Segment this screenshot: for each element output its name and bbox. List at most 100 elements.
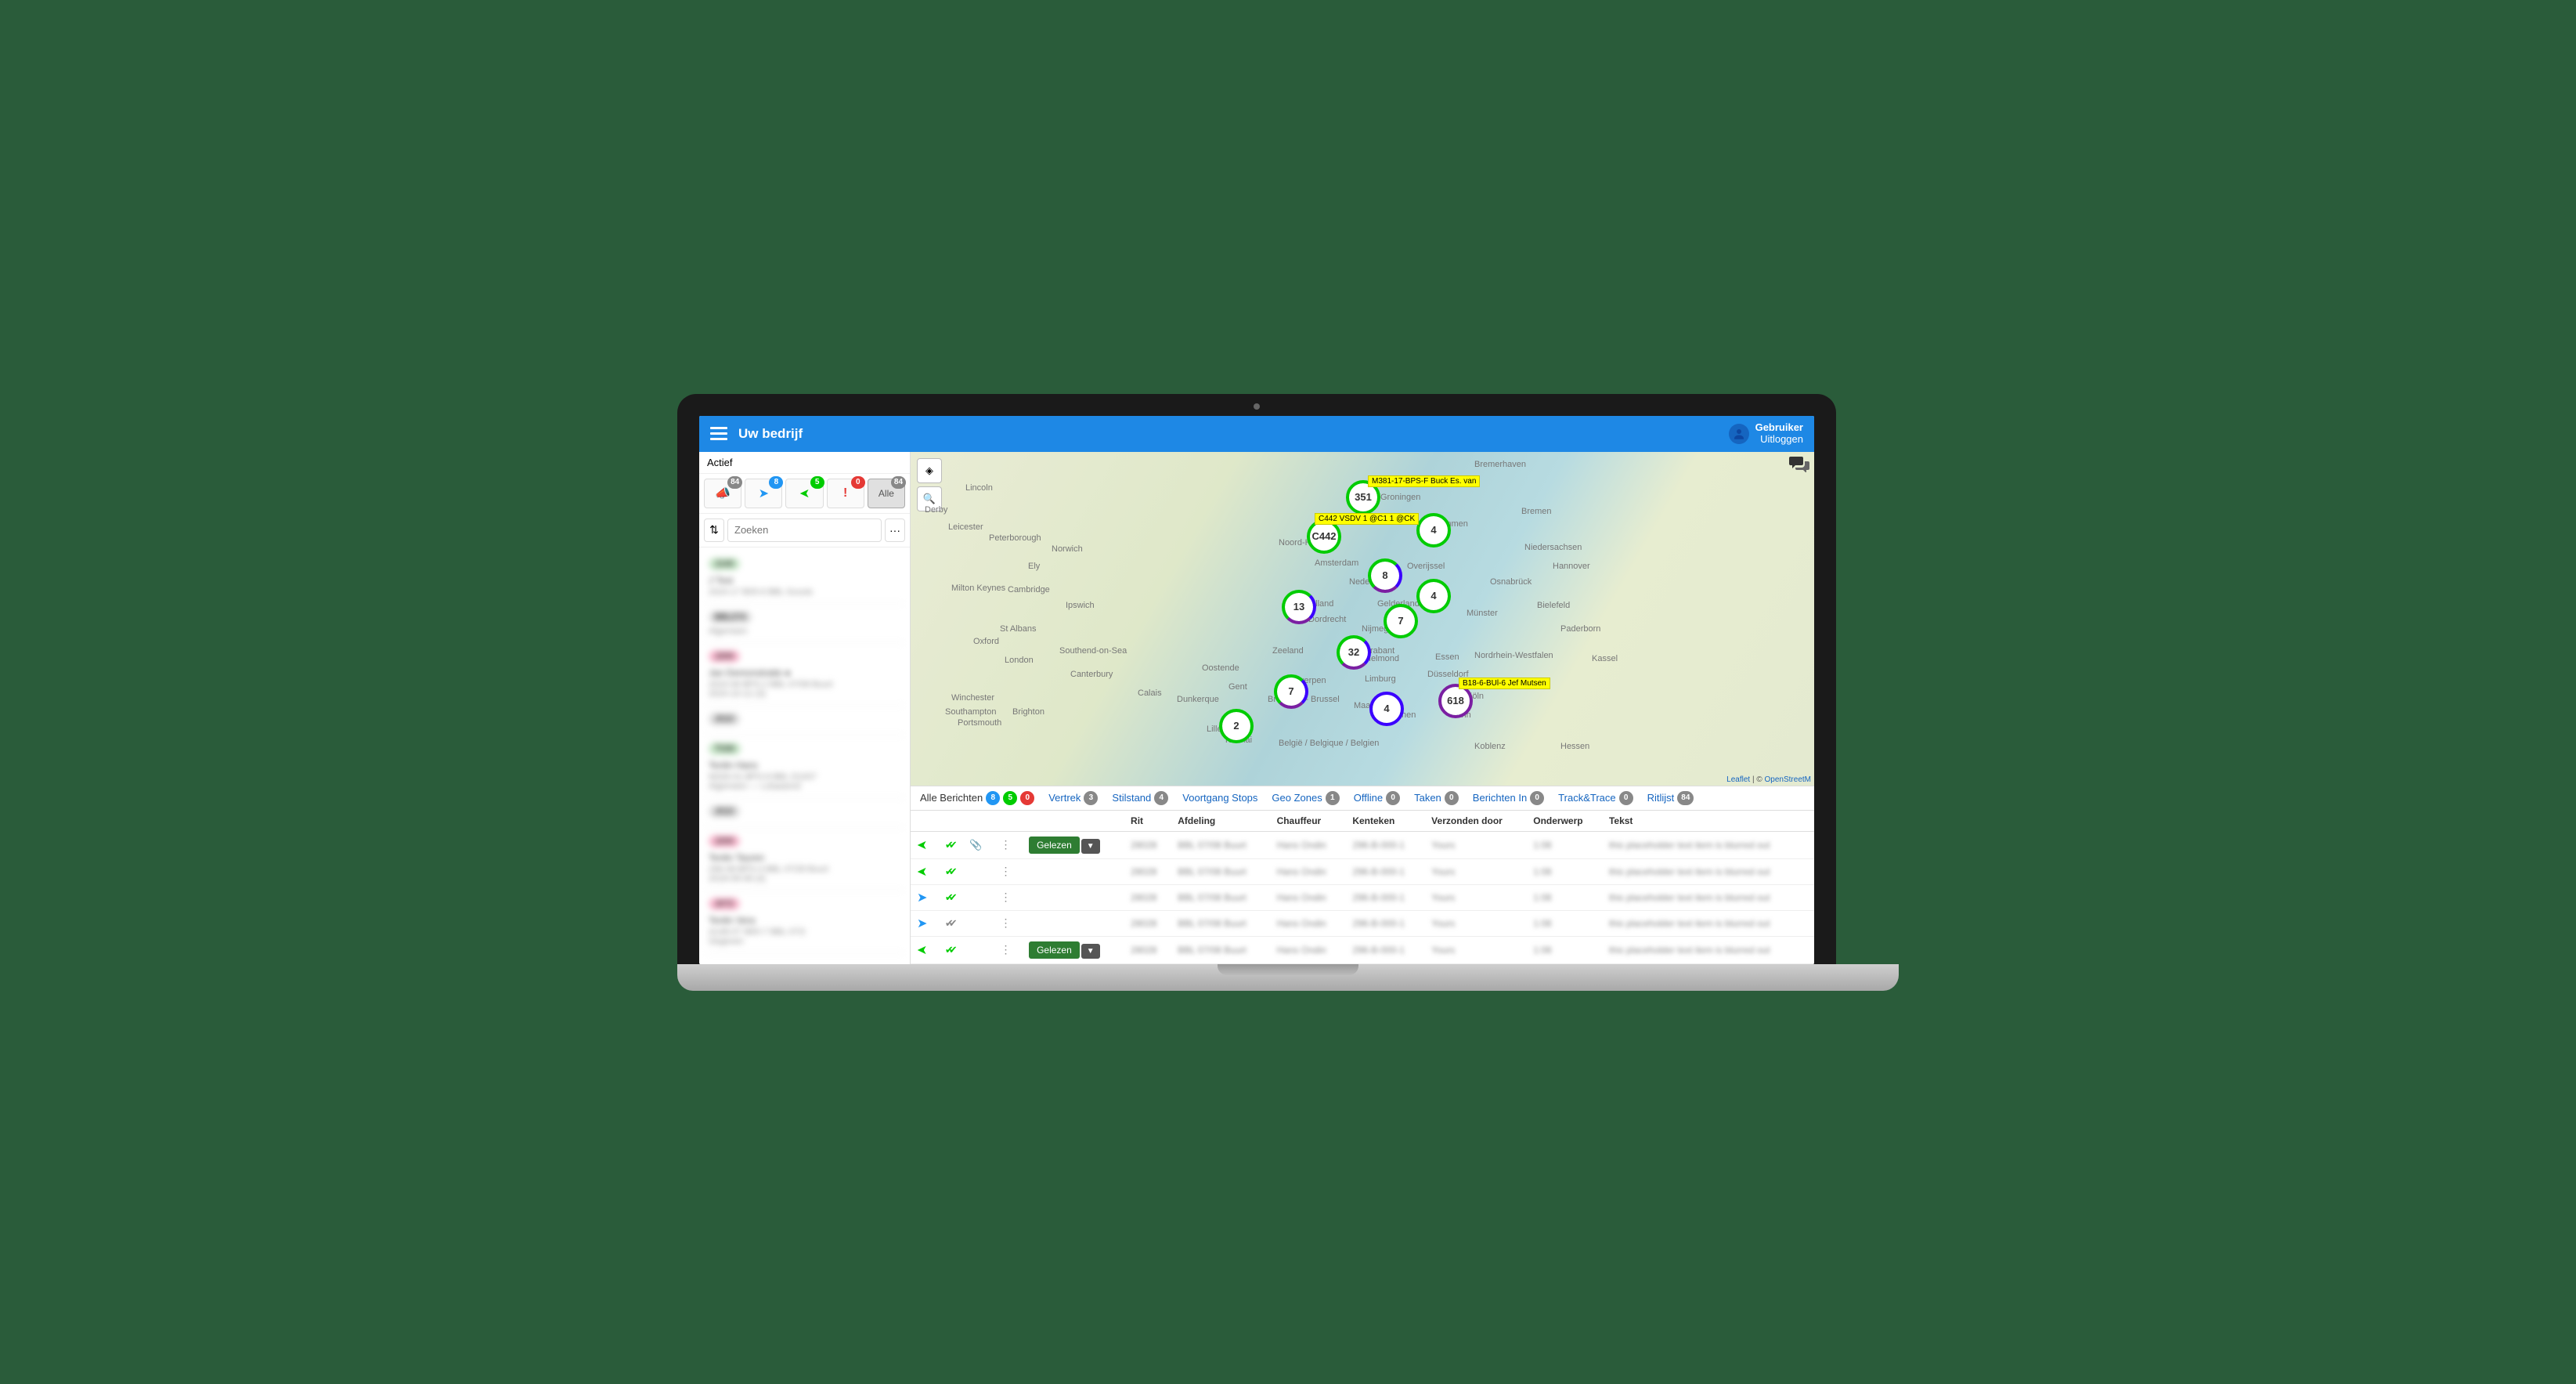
map-cluster[interactable]: 618 — [1441, 687, 1470, 715]
map-cluster[interactable]: 4 — [1420, 582, 1448, 610]
tab-alle-berichten[interactable]: Alle Berichten850 — [920, 791, 1034, 805]
tab-offline[interactable]: Offline0 — [1354, 791, 1400, 805]
tab-track-trace[interactable]: Track&Trace0 — [1558, 791, 1633, 805]
column-header[interactable]: Onderwerp — [1527, 811, 1603, 832]
column-header[interactable]: Verzonden door — [1425, 811, 1527, 832]
mark-read-button[interactable]: Gelezen — [1029, 837, 1080, 854]
sort-button[interactable]: ⇅ — [704, 519, 724, 542]
city-label: Cambridge — [1008, 585, 1050, 594]
column-header[interactable] — [939, 811, 963, 832]
map-cluster[interactable]: 8 — [1371, 562, 1399, 590]
city-label: Lincoln — [965, 483, 993, 493]
vehicle-tag[interactable]: B18-6-BUl-6 Jef Mutsen — [1459, 678, 1550, 689]
table-row[interactable]: ➤✔✔⋮28028BBL 07/08 BuurtHans Ondin296-B-… — [911, 858, 1814, 884]
city-label: Canterbury — [1070, 670, 1113, 679]
osm-link[interactable]: OpenStreetM — [1765, 775, 1811, 784]
table-row[interactable]: ➤✔✔⋮Gelezen▼28028BBL 07/08 BuurtHans Ond… — [911, 936, 1814, 963]
row-menu-icon[interactable]: ⋮ — [1001, 943, 1012, 956]
vehicle-tag[interactable]: M381-17-BPS-F Buck Es. van — [1368, 475, 1480, 487]
map-cluster[interactable]: 351 — [1349, 483, 1377, 511]
city-label: St Albans — [1000, 624, 1036, 634]
row-menu-icon[interactable]: ⋮ — [1001, 865, 1012, 877]
mark-read-button[interactable]: Gelezen — [1029, 941, 1080, 959]
column-header[interactable] — [994, 811, 1023, 832]
column-header[interactable]: Afdeling — [1171, 811, 1270, 832]
column-header[interactable]: Rit — [1124, 811, 1171, 832]
map-cluster[interactable]: 32 — [1340, 638, 1368, 667]
search-input[interactable] — [727, 519, 882, 542]
city-label: Niedersachsen — [1524, 543, 1582, 552]
city-label: Ipswich — [1066, 601, 1095, 610]
filter-megaphone[interactable]: 📣 84 — [704, 479, 741, 508]
city-label: Koblenz — [1474, 742, 1506, 751]
chat-button[interactable] — [1789, 455, 1809, 475]
camera-dot — [1254, 403, 1260, 410]
map-cluster[interactable]: 13 — [1285, 593, 1313, 621]
mark-read-dropdown[interactable]: ▼ — [1081, 944, 1100, 959]
tab-berichten-in[interactable]: Berichten In0 — [1473, 791, 1544, 805]
tab-taken[interactable]: Taken0 — [1414, 791, 1459, 805]
trip-list[interactable]: J140J Test2024-17 B05-6 BBL Scouts BBL07… — [699, 547, 910, 964]
list-item: J200Tenlin Tauren296-08-BPS-4 BBL 07/28 … — [705, 828, 904, 891]
city-label: Hannover — [1553, 562, 1590, 571]
table-row[interactable]: ➤✔✔⋮28028BBL 07/08 BuurtHans Ondin296-B-… — [911, 884, 1814, 910]
city-label: Hessen — [1560, 742, 1589, 751]
filter-alerts[interactable]: ! 0 — [827, 479, 864, 508]
city-label: Calais — [1138, 688, 1162, 698]
table-row[interactable]: ➤✔✔⋮28028BBL 07/08 BuurtHans Ondin296-B-… — [911, 910, 1814, 936]
table-body: ➤✔✔📎⋮Gelezen▼28028BBL 07/08 BuurtHans On… — [911, 831, 1814, 963]
column-header[interactable] — [911, 811, 939, 832]
filter-received[interactable]: ➤ 5 — [785, 479, 823, 508]
city-label: Groningen — [1380, 493, 1420, 502]
table-row[interactable]: ➤✔✔📎⋮Gelezen▼28028BBL 07/08 BuurtHans On… — [911, 831, 1814, 858]
map-cluster[interactable]: C442 — [1310, 522, 1338, 551]
tab-count: 0 — [1386, 791, 1400, 805]
city-label: België / Belgique / Belgien — [1279, 739, 1379, 748]
city-label: Overijssel — [1407, 562, 1445, 571]
map-cluster[interactable]: 7 — [1387, 607, 1415, 635]
city-label: Amsterdam — [1315, 558, 1358, 568]
map-cluster[interactable]: 7 — [1277, 678, 1305, 706]
map-cluster[interactable]: 4 — [1420, 516, 1448, 544]
leaflet-link[interactable]: Leaflet — [1726, 775, 1750, 784]
column-header[interactable] — [963, 811, 994, 832]
column-header[interactable]: Chauffeur — [1271, 811, 1347, 832]
mark-read-dropdown[interactable]: ▼ — [1081, 839, 1100, 854]
more-button[interactable]: ··· — [885, 519, 905, 542]
city-label: Dordrecht — [1308, 615, 1346, 624]
column-header[interactable]: Tekst — [1603, 811, 1814, 832]
row-menu-icon[interactable]: ⋮ — [1001, 916, 1012, 929]
tab-geo-zones[interactable]: Geo Zones1 — [1272, 791, 1339, 805]
layers-button[interactable]: ◈ — [917, 458, 942, 483]
list-item: J072Tenlin VeraA148-07 98/0-7 BBL 07/2Ge… — [705, 891, 904, 953]
map-cluster[interactable]: 2 — [1222, 712, 1250, 740]
tab-voortgang-stops[interactable]: Voortgang Stops — [1182, 792, 1257, 804]
column-header[interactable]: Kenteken — [1346, 811, 1425, 832]
table-header-row: RitAfdelingChauffeurKentekenVerzonden do… — [911, 811, 1814, 832]
more-icon: ··· — [889, 524, 900, 537]
tab-count: 5 — [1003, 791, 1017, 805]
filter-sent[interactable]: ➤ 8 — [745, 479, 782, 508]
tab-vertrek[interactable]: Vertrek3 — [1048, 791, 1098, 805]
row-menu-icon[interactable]: ⋮ — [1001, 838, 1012, 851]
row-menu-icon[interactable]: ⋮ — [1001, 891, 1012, 903]
column-header[interactable] — [1023, 811, 1124, 832]
company-title: Uw bedrijf — [738, 426, 803, 442]
tab-count: 4 — [1154, 791, 1168, 805]
filter-all[interactable]: Alle 84 — [868, 479, 905, 508]
city-label: Brighton — [1012, 707, 1044, 717]
vehicle-tag[interactable]: C442 VSDV 1 @C1 1 @CK — [1315, 513, 1419, 525]
user-block[interactable]: Gebruiker Uitloggen — [1729, 422, 1803, 445]
read-check-icon: ✔✔ — [945, 891, 953, 903]
tab-count: 8 — [986, 791, 1000, 805]
menu-button[interactable] — [710, 427, 727, 440]
tab-ritlijst[interactable]: Ritlijst84 — [1647, 791, 1694, 805]
map[interactable]: ◈ 🔍 LincolnBremerhavenGroningenBremenEmm… — [911, 452, 1814, 786]
logout-link[interactable]: Uitloggen — [1755, 434, 1803, 445]
map-cluster[interactable]: 4 — [1373, 695, 1401, 723]
sidebar-status[interactable]: Actief — [699, 452, 910, 474]
tab-stilstand[interactable]: Stilstand4 — [1112, 791, 1168, 805]
read-check-icon: ✔✔ — [945, 865, 953, 877]
city-label: Bremerhaven — [1474, 460, 1526, 469]
outgoing-icon: ➤ — [917, 890, 927, 905]
